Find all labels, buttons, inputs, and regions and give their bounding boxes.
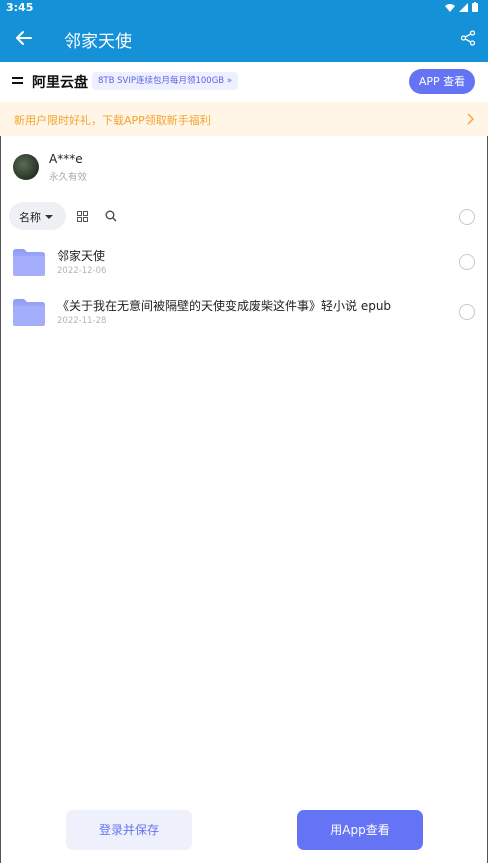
share-owner: A***e 永久有效 [0,136,488,196]
svip-promo-badge[interactable]: 8TB SVIP连续包月每月领100GB » [92,72,239,90]
row-checkbox[interactable] [459,254,475,270]
avatar [13,154,39,180]
select-all-checkbox[interactable] [459,209,475,225]
file-date: 2022-12-06 [57,266,107,276]
file-name: 《关于我在无意间被隔壁的天使变成废柴这件事》轻小说 epub [57,299,392,313]
folder-icon [13,299,45,326]
menu-icon[interactable] [12,76,24,86]
status-bar: 3:45 [0,0,488,16]
open-in-app-button[interactable]: 用App查看 [297,810,423,850]
sort-label: 名称 [19,211,41,224]
battery-icon [472,2,478,12]
app-view-button[interactable]: APP 查看 [409,69,475,94]
signal-icon [459,2,468,12]
list-item[interactable]: 邻家天使 2022-12-06 [0,240,488,290]
file-toolbar: 名称 [0,200,488,234]
owner-name: A***e [49,152,83,166]
promo-banner[interactable]: 新用户限时好礼，下载APP领取新手福利 [0,102,488,136]
row-checkbox[interactable] [459,304,475,320]
file-date: 2022-11-28 [57,316,107,326]
bottom-actions: 登录并保存 用App查看 [0,800,488,860]
caret-down-icon [45,215,53,219]
grid-view-icon[interactable] [77,211,88,222]
page-title: 邻家天使 [64,32,132,52]
wifi-icon [445,3,455,12]
share-validity: 永久有效 [49,172,88,183]
share-icon[interactable] [460,30,476,46]
file-name: 邻家天使 [57,249,106,263]
login-save-button[interactable]: 登录并保存 [66,810,192,850]
sort-dropdown[interactable]: 名称 [9,202,66,230]
status-time: 3:45 [6,1,34,14]
chevron-right-icon [467,113,474,125]
brand-logo-text: 阿里云盘 [32,75,88,91]
back-arrow-icon[interactable] [14,28,34,48]
system-icons [445,2,478,12]
search-icon[interactable] [105,210,117,222]
folder-icon [13,249,45,276]
brand-bar: 阿里云盘 8TB SVIP连续包月每月领100GB » APP 查看 [0,62,488,102]
app-bar: 邻家天使 [0,16,488,62]
list-item[interactable]: 《关于我在无意间被隔壁的天使变成废柴这件事》轻小说 epub 2022-11-2… [0,290,488,340]
banner-text: 新用户限时好礼，下载APP领取新手福利 [14,114,211,127]
